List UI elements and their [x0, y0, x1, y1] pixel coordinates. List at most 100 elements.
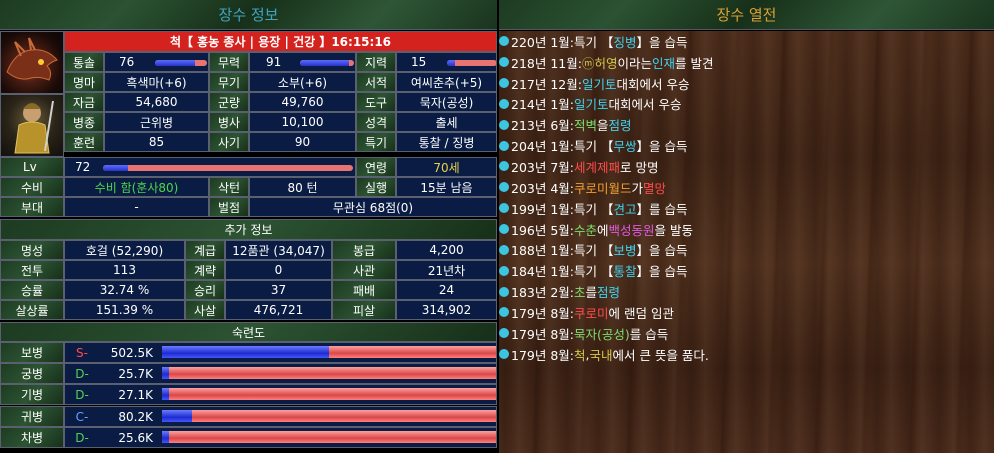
history-text: 허영	[594, 55, 618, 71]
value-special: 통찰 / 징병	[396, 132, 497, 152]
history-text: 통찰	[613, 264, 637, 280]
history-text: 점령	[608, 118, 632, 134]
bullet-icon	[499, 161, 509, 172]
skill-amount: 25.6K	[118, 430, 153, 445]
history-text: 217년 12월:	[511, 76, 582, 92]
history-text: 를 발견	[675, 55, 714, 71]
history-text: 초	[574, 285, 586, 301]
value-battle: 113	[64, 260, 185, 280]
value-book: 여씨춘추(+5)	[396, 72, 497, 92]
skill-bar	[162, 388, 496, 401]
skill-grade: S-	[76, 346, 88, 360]
label-salary: 봉급	[332, 240, 396, 260]
history-text: 대회에서 우승	[616, 76, 690, 92]
value-soldiers: 10,100	[249, 112, 356, 132]
skill-bar	[162, 430, 496, 443]
label-special: 특기	[356, 132, 396, 152]
history-text: 213년 6월:	[511, 118, 574, 134]
stat-number: 76	[119, 55, 135, 69]
history-text: 대회에서 우승	[608, 97, 682, 113]
history-text: 179년 8월:	[511, 347, 574, 363]
history-text: 가	[631, 180, 644, 196]
bullet-icon	[499, 224, 509, 235]
history-list: 220년 1월:특기 【징병 】을 습득 218년 11월: ⓜ 허영 이라는 인재 를 발…	[499, 31, 994, 365]
skill-label: 차병	[0, 426, 64, 448]
history-text: 184년 1월:특기 【	[511, 264, 614, 280]
value-age: 70세	[396, 157, 497, 177]
history-text: 】를 습득	[636, 201, 688, 217]
extra-info-header: 추가 정보	[0, 219, 497, 240]
value-winrate: 32.74 %	[64, 280, 185, 300]
value-service: 21년차	[396, 260, 497, 280]
history-item: 220년 1월:특기 【징병 】을 습득	[499, 31, 994, 52]
bullet-icon	[499, 265, 509, 276]
history-item: 179년 8월: 쿠로미 에 랜덤 임관	[499, 302, 994, 323]
skill-grade: D-	[75, 430, 89, 445]
value-turn: 80 턴	[249, 177, 356, 197]
value-rice: 49,760	[249, 92, 356, 112]
history-text: 백성동원	[608, 222, 655, 238]
stat-bar-strength	[300, 60, 354, 66]
stat-bar-leadership	[155, 60, 207, 66]
skill-amount: 25.7K	[118, 367, 153, 382]
label-weapon: 무기	[209, 72, 249, 92]
icon-portrait	[0, 31, 64, 94]
stat-bar-intelligence	[447, 60, 496, 66]
value-penalty: 무관심 68점(0)	[249, 197, 497, 217]
label-unit: 부대	[0, 197, 64, 217]
label-service: 사관	[332, 260, 396, 280]
stat-value-leadership: 76	[104, 52, 209, 72]
value-horse: 흑색마(+6)	[104, 72, 209, 92]
value-losses: 24	[396, 280, 497, 300]
skill-grade: D-	[75, 367, 89, 382]
value-gold: 54,680	[104, 92, 209, 112]
history-item: 199년 1월:특기 【견고 】를 습득	[499, 198, 994, 219]
stat-label-intelligence: 지력	[356, 52, 396, 72]
history-text: 】을 습득	[636, 139, 688, 155]
stat-value-strength: 91	[249, 52, 356, 72]
history-text: 을 발동	[654, 222, 694, 238]
label-turn: 삭턴	[209, 177, 249, 197]
label-fame: 명성	[0, 240, 64, 260]
general-info-panel: 장수 정보 척【 홍농 종사 | 용장 | 건강 】16:15:16 통솔 76	[0, 0, 497, 453]
stat-label-leadership: 통솔	[64, 52, 104, 72]
history-text: 세계제패	[574, 159, 621, 175]
history-text: 묵자(공성)	[574, 326, 630, 342]
history-item: 183년 2월: 초 를 점령	[499, 281, 994, 302]
proficiency-header: 숙련도	[0, 322, 497, 342]
history-item: 179년 8월: 묵자(공성) 를 습득	[499, 323, 994, 344]
general-info-grid: 척【 홍농 종사 | 용장 | 건강 】16:15:16 통솔 76 무력 91…	[0, 31, 497, 453]
value-wins: 37	[225, 280, 332, 300]
history-text: 에 랜덤 임관	[608, 305, 674, 321]
skill-label: 보병	[0, 342, 64, 363]
label-penalty: 벌점	[209, 197, 249, 217]
skill-value-cell: D- 25.7K	[64, 363, 497, 385]
value-defense: 수비 함(훈사80)	[64, 177, 209, 197]
stat-label-strength: 무력	[209, 52, 249, 72]
avatar	[0, 94, 64, 157]
skill-value-cell: D- 25.6K	[64, 426, 497, 448]
label-tool: 도구	[356, 92, 396, 112]
bullet-icon	[499, 182, 509, 193]
label-level: Lv	[0, 157, 64, 177]
label-soldiers: 병사	[209, 112, 249, 132]
history-text: 일기토	[581, 76, 617, 92]
skill-label: 기병	[0, 384, 64, 406]
history-text: 견고	[613, 201, 637, 217]
history-text: 220년 1월:특기 【	[511, 34, 614, 50]
label-wins: 승리	[185, 280, 225, 300]
history-text: 196년 5월:	[511, 222, 574, 238]
history-text: 203년 7월:	[511, 159, 574, 175]
history-text: 보병	[613, 243, 637, 259]
history-text: 에서 큰 뜻을 품다.	[612, 347, 709, 363]
history-item: 196년 5월: 수춘 에 백성동원 을 발동	[499, 219, 994, 240]
history-item: 179년 8월: 척, 국내 에서 큰 뜻을 품다.	[499, 344, 994, 365]
history-item: 184년 1월:특기 【통찰 】을 습득	[499, 260, 994, 281]
skill-grade: C-	[75, 409, 89, 424]
skill-bar	[162, 367, 496, 380]
history-text: 멸망	[643, 180, 667, 196]
skill-amount: 80.2K	[118, 409, 153, 424]
general-history-panel: 장수 열전 220년 1월:특기 【징병 】을 습득 218년 11월: ⓜ 허영 이라는…	[499, 0, 994, 453]
skill-bar	[162, 346, 496, 358]
value-tool: 묵자(공성)	[396, 92, 497, 112]
